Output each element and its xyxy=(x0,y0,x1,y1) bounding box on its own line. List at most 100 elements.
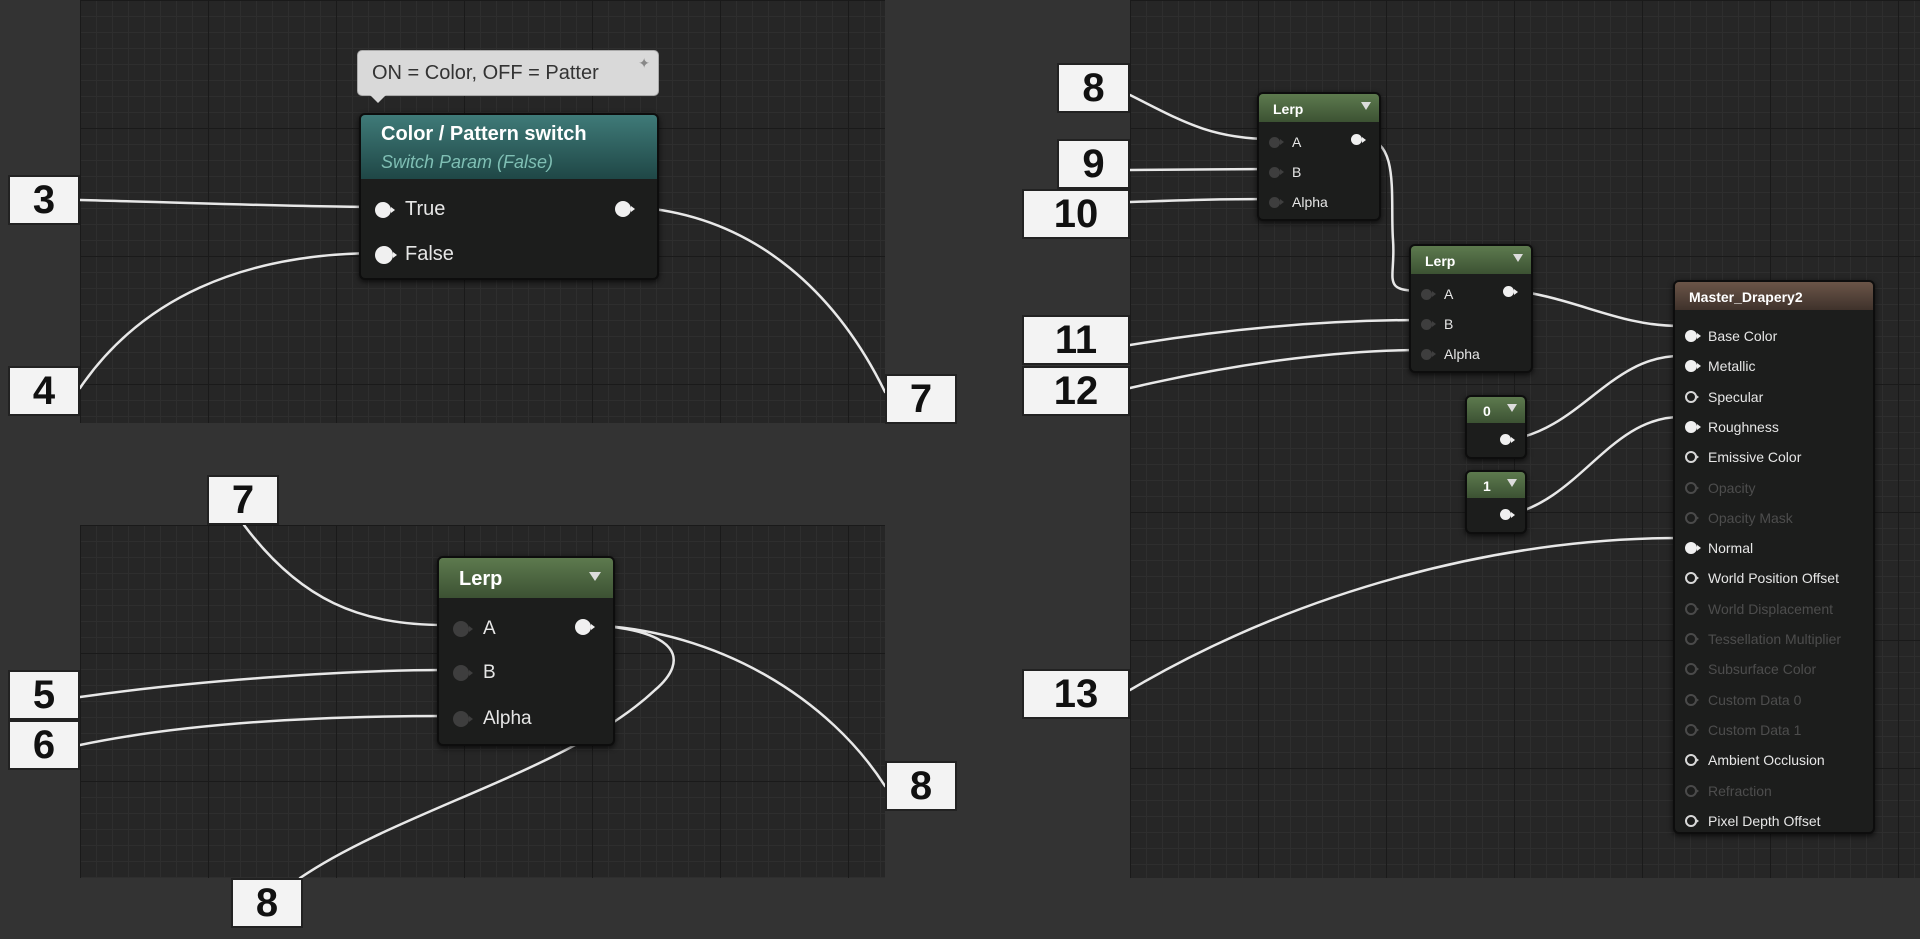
material-pin-label: World Position Offset xyxy=(1708,570,1839,587)
callout-4: 4 xyxy=(8,366,80,416)
input-pin-icon[interactable] xyxy=(1421,288,1432,300)
material-pin-subsurface-color: Subsurface Color xyxy=(1685,661,1816,677)
lerp-input-b[interactable]: B xyxy=(1269,164,1301,180)
switch-node-header[interactable]: Color / Pattern switch Switch Param (Fal… xyxy=(361,115,657,179)
output-pin-icon[interactable] xyxy=(1500,509,1511,520)
switch-true-label: True xyxy=(405,198,446,220)
lerp-input-alpha[interactable]: Alpha xyxy=(1421,346,1480,362)
material-node-header[interactable]: Master_Drapery2 xyxy=(1675,282,1873,310)
collapse-arrow-icon[interactable] xyxy=(1507,479,1517,487)
input-pin-icon[interactable] xyxy=(1685,542,1697,555)
comment-bubble[interactable]: ON = Color, OFF = Patter ✦ xyxy=(357,50,659,103)
material-pin-metallic[interactable]: Metallic xyxy=(1685,358,1755,374)
lerp-input-a[interactable]: A xyxy=(1421,286,1453,302)
lerp-output[interactable] xyxy=(1351,134,1362,145)
output-pin-icon[interactable] xyxy=(1351,134,1362,145)
pin-comment-icon[interactable]: ✦ xyxy=(638,55,650,72)
comment-text: ON = Color, OFF = Patter xyxy=(372,61,599,84)
material-pin-roughness[interactable]: Roughness xyxy=(1685,419,1779,435)
material-pin-custom-data-0: Custom Data 0 xyxy=(1685,692,1801,708)
input-pin-icon[interactable] xyxy=(453,665,469,681)
collapse-arrow-icon[interactable] xyxy=(1513,254,1523,262)
input-pin-icon[interactable] xyxy=(1421,318,1432,330)
input-pin-icon xyxy=(1685,481,1697,494)
callout-6: 6 xyxy=(8,720,80,770)
material-pin-label: Tessellation Multiplier xyxy=(1708,631,1842,647)
collapse-arrow-icon[interactable] xyxy=(1507,404,1517,412)
input-pin-icon[interactable] xyxy=(453,621,469,637)
lerp-a-label: A xyxy=(483,618,496,639)
constant-output[interactable] xyxy=(1500,434,1511,445)
input-pin-icon xyxy=(1685,602,1697,615)
lerp-node-bottom[interactable]: Lerp A B Alpha xyxy=(437,556,615,746)
material-pin-label: Pixel Depth Offset xyxy=(1708,812,1821,829)
material-pin-base-color[interactable]: Base Color xyxy=(1685,328,1777,344)
lerp-node-header[interactable]: Lerp xyxy=(1259,94,1379,122)
lerp-input-b[interactable]: B xyxy=(453,662,496,684)
material-pin-label: Opacity Mask xyxy=(1708,509,1793,526)
input-pin-icon[interactable] xyxy=(1421,348,1432,360)
collapse-arrow-icon[interactable] xyxy=(1361,102,1371,110)
lerp-alpha-label: Alpha xyxy=(483,708,532,729)
input-pin-icon[interactable] xyxy=(375,201,391,218)
lerp-a-label: A xyxy=(1292,134,1302,150)
output-pin-icon[interactable] xyxy=(1503,286,1514,297)
lerp-output[interactable] xyxy=(1503,286,1514,297)
input-pin-icon[interactable] xyxy=(1685,814,1697,827)
constant-output[interactable] xyxy=(1500,509,1511,520)
constant-node-0[interactable]: 0 xyxy=(1465,395,1527,459)
output-pin-icon[interactable] xyxy=(615,201,631,217)
input-pin-icon[interactable] xyxy=(1685,360,1697,373)
material-result-node[interactable]: Master_Drapery2 Base Color Metallic Specul… xyxy=(1673,280,1875,834)
lerp-input-alpha[interactable]: Alpha xyxy=(1269,194,1328,210)
constant-node-header[interactable]: 1 xyxy=(1467,472,1525,498)
material-node-title: Master_Drapery2 xyxy=(1689,289,1803,305)
input-pin-icon xyxy=(1685,663,1697,676)
lerp-node-right-2[interactable]: Lerp A B Alpha xyxy=(1409,244,1533,373)
lerp-node-right-1[interactable]: Lerp A B Alpha xyxy=(1257,92,1381,221)
callout-13: 13 xyxy=(1022,669,1130,719)
constant-node-1[interactable]: 1 xyxy=(1465,470,1527,534)
collapse-arrow-icon[interactable] xyxy=(589,572,601,581)
constant-node-header[interactable]: 0 xyxy=(1467,397,1525,423)
input-pin-icon[interactable] xyxy=(1685,451,1697,464)
input-pin-icon[interactable] xyxy=(375,245,393,264)
input-pin-icon[interactable] xyxy=(1685,420,1697,433)
material-pin-label: Opacity xyxy=(1708,479,1756,496)
input-pin-icon[interactable] xyxy=(1269,196,1280,208)
input-pin-icon[interactable] xyxy=(1685,330,1697,342)
input-pin-icon[interactable] xyxy=(1685,754,1697,767)
material-pin-normal[interactable]: Normal xyxy=(1685,540,1753,556)
material-pin-specular[interactable]: Specular xyxy=(1685,389,1763,405)
switch-input-false[interactable]: False xyxy=(375,243,454,266)
lerp-input-a[interactable]: A xyxy=(1269,134,1301,150)
input-pin-icon[interactable] xyxy=(1685,572,1697,585)
lerp-input-a[interactable]: A xyxy=(453,618,496,640)
material-pin-opacity-mask: Opacity Mask xyxy=(1685,510,1793,526)
lerp-input-alpha[interactable]: Alpha xyxy=(453,708,532,730)
lerp-output[interactable] xyxy=(575,619,591,635)
lerp-node-header[interactable]: Lerp xyxy=(1411,246,1531,274)
output-pin-icon[interactable] xyxy=(575,619,591,635)
input-pin-icon[interactable] xyxy=(453,711,469,727)
material-pin-emissive-color[interactable]: Emissive Color xyxy=(1685,449,1801,465)
material-pin-label: Specular xyxy=(1708,388,1764,405)
callout-8-bottom: 8 xyxy=(231,878,303,928)
switch-input-true[interactable]: True xyxy=(375,198,445,221)
callout-8-right: 8 xyxy=(885,761,957,811)
lerp-alpha-label: Alpha xyxy=(1292,194,1328,210)
input-pin-icon[interactable] xyxy=(1269,166,1280,178)
material-pin-world-displacement: World Displacement xyxy=(1685,601,1833,617)
material-pin-pixel-depth-offset[interactable]: Pixel Depth Offset xyxy=(1685,813,1821,829)
material-pin-world-position-offset[interactable]: World Position Offset xyxy=(1685,570,1839,586)
lerp-input-b[interactable]: B xyxy=(1421,316,1453,332)
input-pin-icon[interactable] xyxy=(1269,136,1280,148)
output-pin-icon[interactable] xyxy=(1500,434,1511,445)
input-pin-icon xyxy=(1685,723,1697,736)
switch-param-node[interactable]: Color / Pattern switch Switch Param (Fal… xyxy=(359,113,659,280)
constant-0-value: 0 xyxy=(1483,403,1491,419)
input-pin-icon[interactable] xyxy=(1685,390,1697,403)
material-pin-ambient-occlusion[interactable]: Ambient Occlusion xyxy=(1685,752,1825,768)
switch-output[interactable] xyxy=(615,201,631,217)
lerp-node-header[interactable]: Lerp xyxy=(439,558,613,598)
